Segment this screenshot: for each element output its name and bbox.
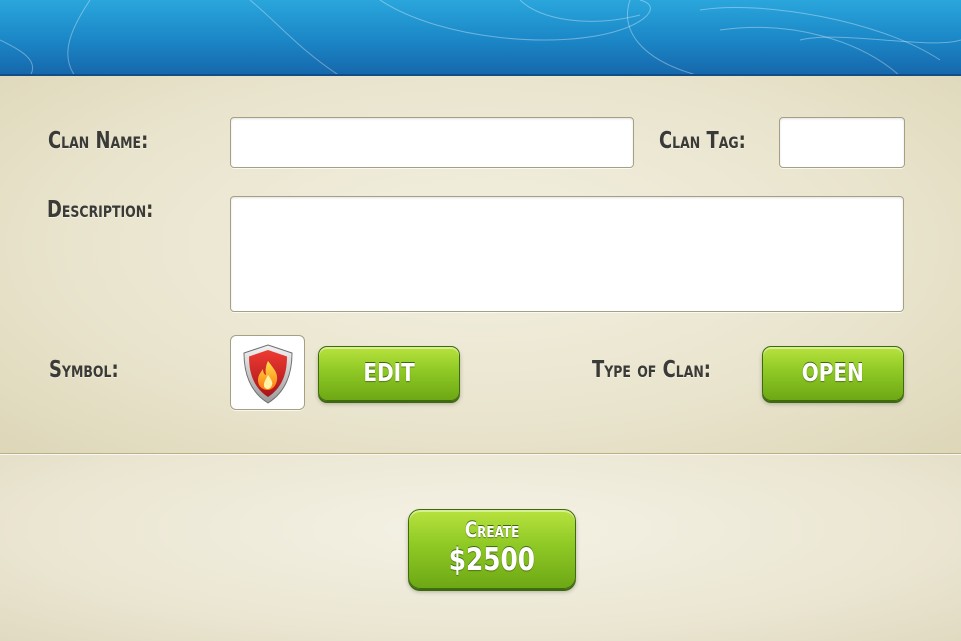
symbol-label: Symbol: xyxy=(49,357,119,383)
fire-shield-icon xyxy=(243,344,293,404)
clan-symbol-preview[interactable] xyxy=(230,335,305,410)
description-input[interactable] xyxy=(230,196,904,312)
clan-name-label: Clan Name: xyxy=(48,128,149,154)
type-of-clan-label: Type of Clan: xyxy=(592,357,711,383)
clan-tag-input[interactable] xyxy=(779,117,905,168)
create-price: $2500 xyxy=(448,542,536,578)
clan-type-label: OPEN xyxy=(801,358,865,387)
create-label: Create xyxy=(464,518,520,542)
clan-tag-label: Clan Tag: xyxy=(659,128,746,154)
header-pattern xyxy=(0,0,961,74)
edit-button-label: EDIT xyxy=(363,358,415,387)
header-banner xyxy=(0,0,961,76)
clan-name-input[interactable] xyxy=(230,117,634,168)
description-label: Description: xyxy=(47,197,154,223)
clan-type-button[interactable]: OPEN xyxy=(762,346,904,401)
create-clan-button[interactable]: Create $2500 xyxy=(408,509,576,589)
edit-symbol-button[interactable]: EDIT xyxy=(318,346,460,401)
